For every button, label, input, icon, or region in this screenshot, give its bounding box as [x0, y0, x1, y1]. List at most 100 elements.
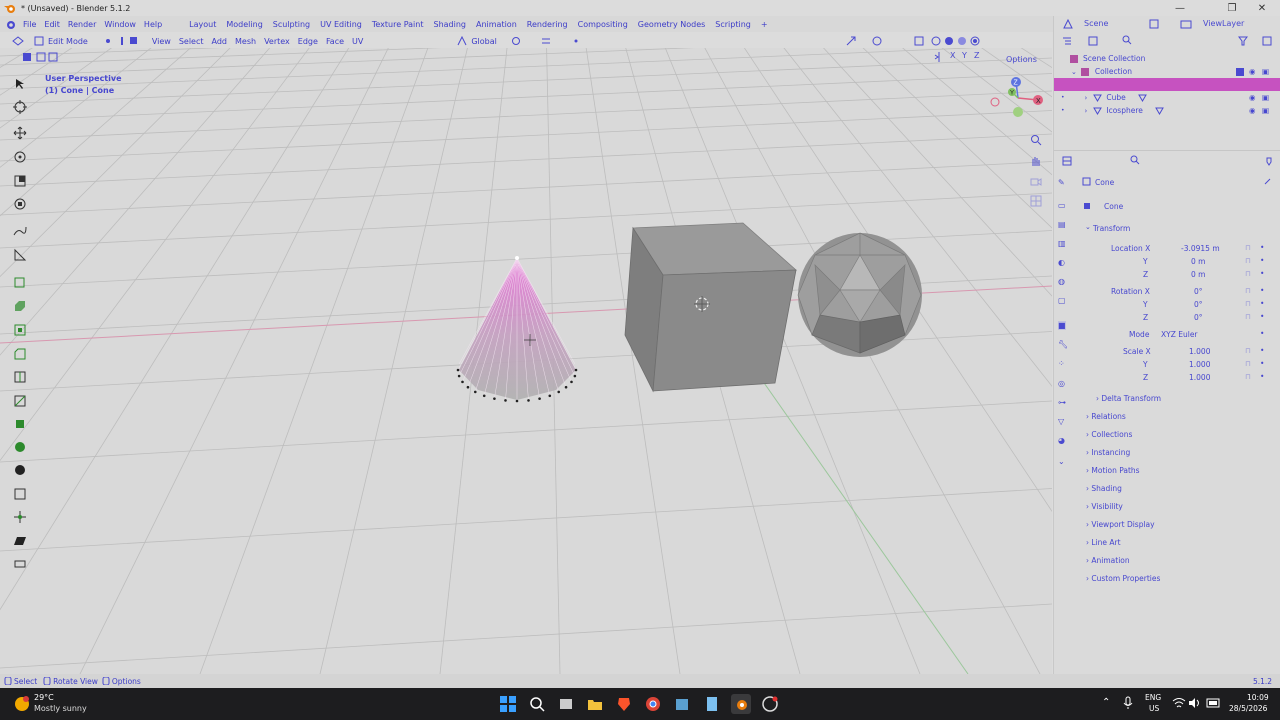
keyframe-dot-icon[interactable]: •: [1260, 269, 1264, 278]
menu-edge[interactable]: Edge: [294, 37, 322, 46]
scale-y-field[interactable]: 1.000: [1189, 360, 1210, 369]
blender-taskbar-icon[interactable]: [731, 694, 751, 714]
start-button-icon[interactable]: [498, 694, 518, 714]
rip-region-tool-icon[interactable]: [11, 555, 29, 573]
mode-icon[interactable]: [34, 36, 44, 46]
tab-particles-icon[interactable]: ⁘: [1058, 359, 1065, 368]
cursor-tool-icon[interactable]: [11, 98, 29, 116]
section-delta-transform[interactable]: › Delta Transform: [1096, 394, 1161, 403]
keyframe-dot-icon[interactable]: •: [1260, 286, 1264, 295]
transform-orientation-icon[interactable]: [457, 35, 467, 46]
rotation-x-field[interactable]: 0°: [1194, 287, 1203, 296]
viewlayer-icon[interactable]: [1180, 18, 1192, 30]
menu-face[interactable]: Face: [322, 37, 348, 46]
menu-file[interactable]: File: [19, 20, 40, 29]
menu-view[interactable]: View: [148, 37, 175, 46]
properties-search-icon[interactable]: [1130, 155, 1140, 165]
menu-vertex[interactable]: Vertex: [260, 37, 294, 46]
scale-tool-icon[interactable]: [11, 172, 29, 190]
rotation-y-field[interactable]: 0°: [1194, 300, 1203, 309]
vertex-select-icon[interactable]: [104, 37, 112, 45]
file-explorer-icon[interactable]: [585, 694, 605, 714]
camera-view-icon[interactable]: [1030, 176, 1042, 188]
mirror-icon[interactable]: [934, 52, 944, 62]
add-cube-tool-icon[interactable]: [11, 273, 29, 291]
close-button[interactable]: ✕: [1242, 0, 1280, 16]
clock-time[interactable]: 10:09: [1247, 693, 1269, 702]
rotation-mode-dropdown[interactable]: XYZ Euler: [1161, 330, 1198, 339]
chrome-icon[interactable]: [643, 694, 663, 714]
expand-chevron-icon[interactable]: ›: [1085, 94, 1088, 102]
tray-chevron-icon[interactable]: ⌃: [1102, 697, 1110, 708]
options-dropdown[interactable]: Options: [1006, 55, 1037, 64]
location-z-field[interactable]: 0 m: [1191, 270, 1205, 279]
transform-panel-header[interactable]: Transform: [1093, 224, 1130, 233]
transform-collapse-icon[interactable]: ⌄: [1085, 223, 1091, 231]
obs-icon[interactable]: [760, 694, 780, 714]
outliner-scene-collection[interactable]: Scene Collection: [1054, 52, 1280, 65]
location-y-field[interactable]: 0 m: [1191, 257, 1205, 266]
spin-tool-icon[interactable]: [11, 438, 29, 456]
scene-icon[interactable]: [1062, 18, 1074, 30]
edge-slide-tool-icon[interactable]: [11, 485, 29, 503]
pan-hand-icon[interactable]: [1030, 155, 1042, 167]
menu-add[interactable]: Add: [208, 37, 232, 46]
keyframe-dot-icon[interactable]: •: [1260, 329, 1264, 338]
object-data-name-field[interactable]: Cone: [1104, 202, 1123, 211]
outliner-search-icon[interactable]: [1122, 35, 1132, 45]
keyframe-dot-icon[interactable]: •: [1260, 243, 1264, 252]
tab-modeling[interactable]: Modeling: [221, 20, 267, 29]
properties-editor-icon[interactable]: [1062, 156, 1072, 166]
visibility-eye-icon[interactable]: ◉: [1249, 93, 1256, 102]
keyframe-dot-icon[interactable]: •: [1260, 346, 1264, 355]
ortho-toggle-icon[interactable]: [1030, 195, 1042, 207]
keyframe-dot-icon[interactable]: •: [1260, 372, 1264, 381]
tab-constraints-icon[interactable]: ⊶: [1058, 398, 1066, 407]
keyframe-dot-icon[interactable]: •: [1260, 256, 1264, 265]
menu-help[interactable]: Help: [140, 20, 166, 29]
microphone-icon[interactable]: [1122, 696, 1134, 710]
scale-x-field[interactable]: 1.000: [1189, 347, 1210, 356]
lock-toggle-icon[interactable]: ⊓: [1245, 286, 1251, 295]
section-custom-properties[interactable]: › Custom Properties: [1086, 574, 1160, 583]
minimize-button[interactable]: —: [1160, 0, 1200, 16]
scene-selector[interactable]: Scene: [1084, 19, 1108, 28]
rotate-tool-icon[interactable]: [11, 148, 29, 166]
poly-build-tool-icon[interactable]: [11, 415, 29, 433]
select-subtract-icon[interactable]: [48, 52, 58, 62]
tab-view-layer-icon[interactable]: ▥: [1058, 239, 1066, 248]
pin-object-icon[interactable]: [1263, 177, 1272, 186]
select-extend-icon[interactable]: [36, 52, 46, 62]
shear-tool-icon[interactable]: [11, 531, 29, 549]
expand-chevron-icon[interactable]: ⌄: [1071, 68, 1077, 76]
section-viewport-display[interactable]: › Viewport Display: [1086, 520, 1155, 529]
weather-icon[interactable]: [12, 694, 32, 714]
lock-toggle-icon[interactable]: ⊓: [1245, 299, 1251, 308]
tab-render-icon[interactable]: ▭: [1058, 201, 1066, 210]
lock-toggle-icon[interactable]: ⊓: [1245, 269, 1251, 278]
tab-more-icon[interactable]: ⌄: [1058, 457, 1065, 466]
tab-animation[interactable]: Animation: [471, 20, 522, 29]
tab-texture-paint[interactable]: Texture Paint: [367, 20, 429, 29]
menu-edit[interactable]: Edit: [40, 20, 64, 29]
annotate-tool-icon[interactable]: [11, 222, 29, 240]
notepad-icon[interactable]: [702, 694, 722, 714]
mirror-z-toggle[interactable]: Z: [974, 51, 979, 60]
face-select-icon[interactable]: [129, 37, 138, 45]
shrink-fatten-tool-icon[interactable]: [11, 508, 29, 526]
search-icon[interactable]: [527, 694, 547, 714]
show-gizmo-icon[interactable]: [845, 35, 857, 47]
extrude-tool-icon[interactable]: [11, 297, 29, 315]
lock-toggle-icon[interactable]: ⊓: [1245, 256, 1251, 265]
region-indicator[interactable]: US: [1149, 704, 1159, 713]
battery-icon[interactable]: [1206, 697, 1222, 709]
knife-tool-icon[interactable]: [11, 392, 29, 410]
section-relations[interactable]: › Relations: [1086, 412, 1126, 421]
rotation-z-field[interactable]: 0°: [1194, 313, 1203, 322]
wifi-icon[interactable]: [1172, 697, 1186, 709]
outliner-icosphere-row[interactable]: • › Icosphere ◉ ▣: [1054, 104, 1280, 117]
task-view-icon[interactable]: [556, 694, 576, 714]
measure-tool-icon[interactable]: [11, 246, 29, 264]
tab-layout[interactable]: Layout: [184, 20, 221, 29]
keyframe-dot-icon[interactable]: •: [1260, 312, 1264, 321]
